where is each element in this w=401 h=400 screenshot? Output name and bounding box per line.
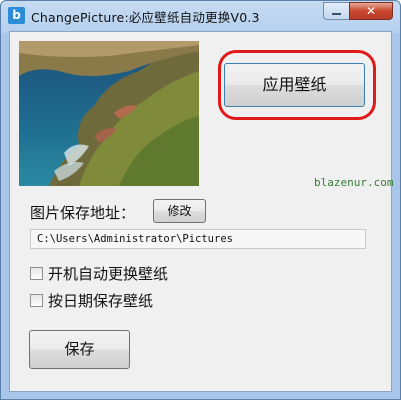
apply-wallpaper-button[interactable]: 应用壁纸 (224, 63, 365, 107)
minimize-button[interactable] (323, 2, 349, 20)
minimize-icon (332, 13, 341, 15)
save-button[interactable]: 保存 (29, 330, 130, 369)
modify-path-button[interactable]: 修改 (153, 199, 206, 223)
auto-change-label[interactable]: 开机自动更换壁纸 (48, 263, 168, 284)
close-button[interactable]: ✕ (349, 2, 393, 20)
coastline-landscape-icon (19, 41, 199, 186)
save-by-date-checkbox[interactable] (30, 294, 43, 307)
client-area: 应用壁纸 blazenur.com 图片保存地址： 修改 C:\Users\Ad… (9, 31, 394, 392)
save-path-label: 图片保存地址： (30, 204, 136, 222)
watermark-text: blazenur.com (314, 176, 394, 189)
wallpaper-preview-image (19, 41, 199, 186)
window-title: ChangePicture:必应壁纸自动更换V0.3 (31, 10, 260, 25)
bing-app-icon: b (8, 7, 25, 24)
auto-change-checkbox[interactable] (30, 267, 43, 280)
app-window: b ChangePicture:必应壁纸自动更换V0.3 ✕ 应用壁纸 blaz… (0, 0, 401, 400)
save-path-field[interactable]: C:\Users\Administrator\Pictures (30, 229, 366, 249)
save-by-date-label[interactable]: 按日期保存壁纸 (48, 290, 153, 311)
title-bar[interactable]: b ChangePicture:必应壁纸自动更换V0.3 ✕ (1, 1, 400, 31)
